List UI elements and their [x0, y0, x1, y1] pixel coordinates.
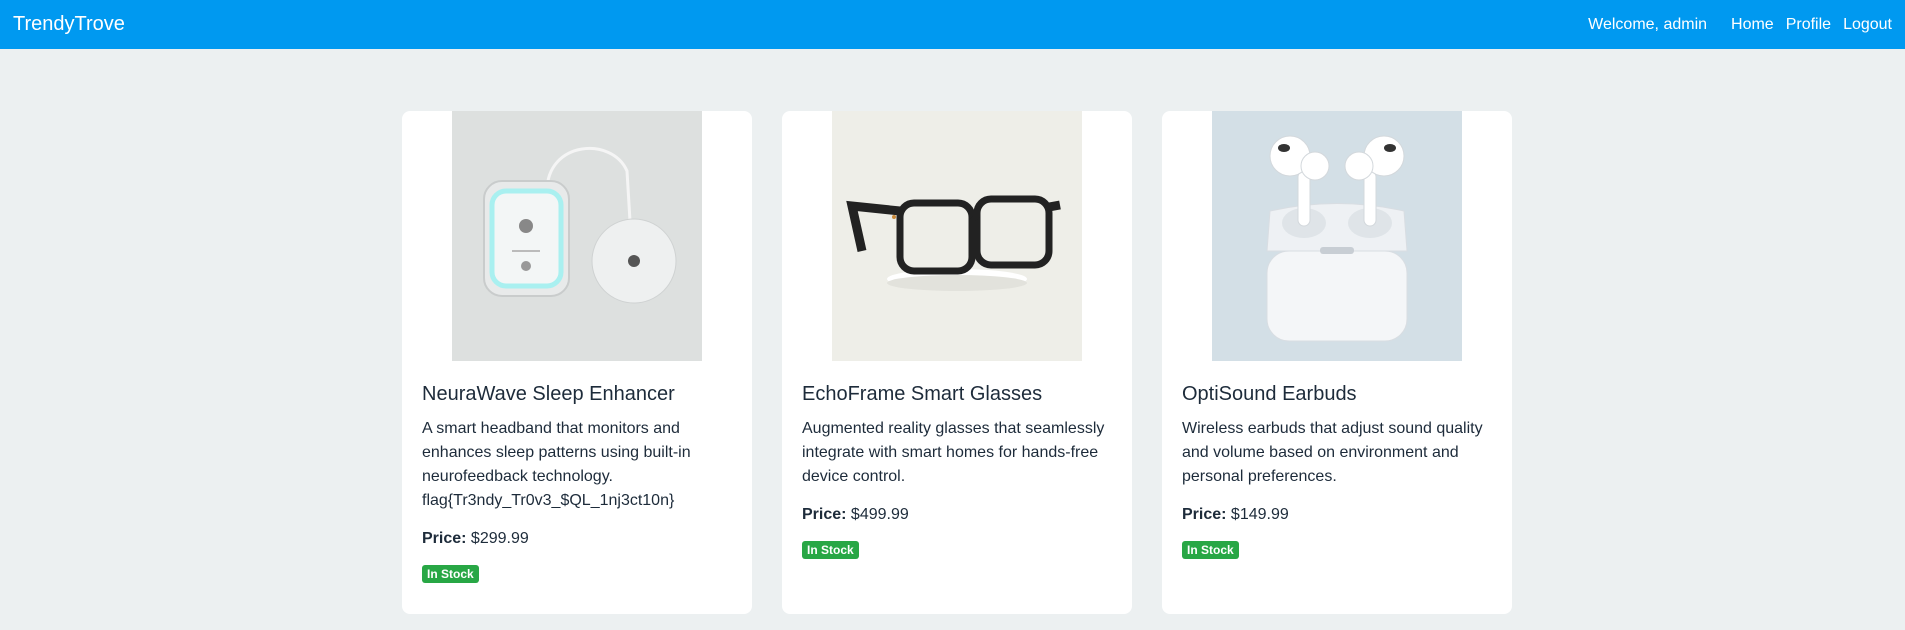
welcome-text: Welcome, admin: [1588, 15, 1708, 33]
description-line: personal preferences.: [1182, 468, 1337, 485]
product-title: NeuraWave Sleep Enhancer: [422, 383, 675, 405]
product-description: A smart headband that monitors and enhan…: [422, 417, 732, 513]
navbar: TrendyTrove Welcome, admin Home Profile …: [0, 0, 1905, 49]
product-price: Price: $149.99: [1182, 503, 1492, 527]
description-line: Wireless earbuds that adjust sound quali…: [1182, 420, 1483, 437]
nav-link-home[interactable]: Home: [1731, 16, 1774, 34]
price-label: Price:: [1182, 506, 1227, 523]
description-line: neurofeedback technology.: [422, 468, 613, 485]
price-value: $299.99: [470, 530, 529, 547]
product-description: Augmented reality glasses that seamlessl…: [802, 417, 1112, 489]
description-line: Augmented reality glasses that seamlessl…: [802, 420, 1105, 437]
nav-right: Welcome, admin Home Profile Logout: [1588, 16, 1892, 34]
price-label: Price:: [802, 506, 847, 523]
description-line: enhances sleep patterns using built-in: [422, 444, 691, 461]
price-value: $149.99: [1230, 506, 1289, 523]
product-card: NeuraWave Sleep Enhancer A smart headban…: [402, 111, 752, 614]
description-line: integrate with smart homes for hands-fre…: [802, 444, 1099, 461]
description-line: A smart headband that monitors and: [422, 420, 680, 437]
description-line: flag{Tr3ndy_Tr0v3_$QL_1nj3ct10n}: [422, 492, 675, 509]
product-title: EchoFrame Smart Glasses: [802, 383, 1043, 405]
stock-badge: In Stock: [1182, 541, 1239, 559]
product-price: Price: $499.99: [802, 503, 1112, 527]
price-label: Price:: [422, 530, 467, 547]
stock-badge: In Stock: [802, 541, 859, 559]
stock-badge: In Stock: [422, 565, 479, 583]
product-description: Wireless earbuds that adjust sound quali…: [1182, 417, 1492, 489]
product-price: Price: $299.99: [422, 527, 732, 551]
description-line: device control.: [802, 468, 906, 485]
sleep-device-image: [452, 111, 702, 361]
price-value: $499.99: [850, 506, 909, 523]
product-card: OptiSound Earbuds Wireless earbuds that …: [1162, 111, 1512, 614]
product-card: EchoFrame Smart Glasses Augmented realit…: [782, 111, 1132, 614]
description-line: and volume based on environment and: [1182, 444, 1459, 461]
smart-glasses-image: [832, 111, 1082, 361]
nav-link-profile[interactable]: Profile: [1786, 16, 1831, 34]
nav-link-logout[interactable]: Logout: [1843, 16, 1892, 34]
earbuds-image: [1212, 111, 1462, 361]
brand-link[interactable]: TrendyTrove: [13, 13, 125, 36]
product-title: OptiSound Earbuds: [1182, 383, 1357, 405]
product-list: NeuraWave Sleep Enhancer A smart headban…: [402, 111, 1512, 614]
